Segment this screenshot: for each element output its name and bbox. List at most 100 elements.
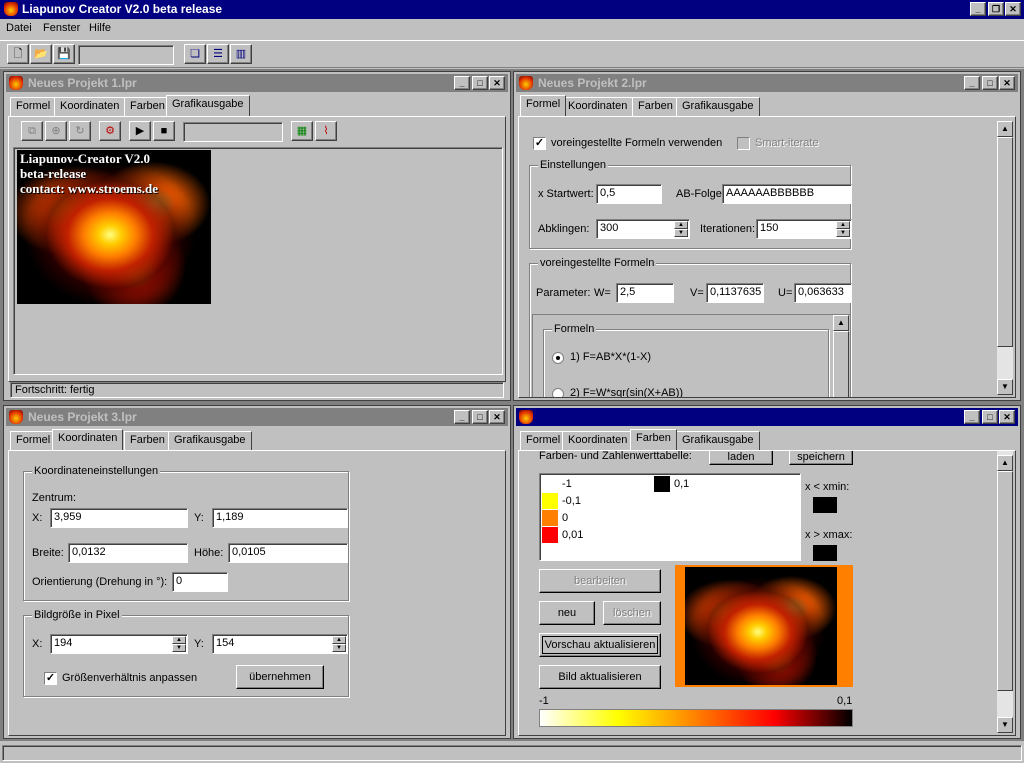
scroll-thumb[interactable] — [997, 137, 1013, 347]
iterations-spinner[interactable]: ▲ ▼ — [836, 221, 850, 237]
edit-button[interactable]: bearbeiten — [539, 569, 661, 593]
menu-datei[interactable]: Datei — [6, 22, 32, 34]
formula-1-radio[interactable] — [552, 352, 564, 364]
pixel-x-input[interactable]: 194 ▲ ▼ — [50, 634, 188, 654]
scroll-up-icon[interactable]: ▲ — [997, 455, 1013, 471]
tab-farben[interactable]: Farben — [630, 429, 677, 450]
refresh-icon[interactable]: ↻ — [69, 121, 91, 141]
xmax-color-swatch[interactable] — [813, 545, 837, 561]
save-table-button[interactable]: speichern — [789, 451, 853, 465]
w-input[interactable]: 2,5 — [616, 283, 674, 303]
tab-farben[interactable]: Farben — [632, 97, 679, 116]
pixel-y-spinner[interactable]: ▲ ▼ — [332, 636, 346, 652]
tab-formel[interactable]: Formel — [10, 97, 57, 116]
tab-farben[interactable]: Farben — [124, 431, 171, 450]
minimize-button[interactable]: _ — [454, 410, 470, 424]
zoom-icon[interactable]: ⊕ — [45, 121, 67, 141]
minimize-button[interactable]: _ — [454, 76, 470, 90]
scroll-down-icon[interactable]: ▼ — [997, 717, 1013, 733]
maximize-button[interactable]: □ — [982, 410, 998, 424]
tab-grafikausgabe[interactable]: Grafikausgabe — [676, 97, 760, 116]
color-entry[interactable]: 0,01 — [542, 527, 642, 543]
close-button[interactable]: ✕ — [489, 410, 505, 424]
width-input[interactable]: 0,0132 — [68, 543, 188, 563]
load-button[interactable]: laden — [709, 451, 773, 465]
color-entry[interactable]: -0,1 — [542, 493, 642, 509]
window-1-title-bar[interactable]: Neues Projekt 1.lpr _ □ ✕ — [6, 74, 508, 92]
center-y-input[interactable]: 1,189 — [212, 508, 348, 528]
tab-grafikausgabe[interactable]: Grafikausgabe — [166, 95, 250, 116]
palette-icon[interactable]: ▦ — [291, 121, 313, 141]
minimize-button[interactable]: _ — [964, 410, 980, 424]
tab-koordinaten[interactable]: Koordinaten — [562, 97, 634, 116]
tab-formel[interactable]: Formel — [520, 431, 567, 450]
tab-formel[interactable]: Formel — [520, 95, 567, 116]
crop-icon[interactable]: ⧉ — [21, 121, 43, 141]
app-title-bar[interactable]: Liapunov Creator V2.0 beta release _ ❐ ✕ — [0, 0, 1024, 19]
formulas-scrollbar[interactable]: ▲ — [833, 315, 849, 397]
center-x-input[interactable]: 3,959 — [50, 508, 188, 528]
new-file-icon[interactable]: 🗋 — [7, 44, 29, 64]
preset-formulas-checkbox[interactable]: ✓ — [533, 137, 546, 150]
minimize-button[interactable]: _ — [964, 76, 980, 90]
orientation-input[interactable]: 0 — [172, 572, 228, 592]
color-entry[interactable]: -1 — [542, 476, 642, 492]
formula-2-radio[interactable] — [552, 388, 564, 397]
play-icon[interactable]: ▶ — [129, 121, 151, 141]
restore-button[interactable]: ❐ — [988, 2, 1004, 16]
menu-fenster[interactable]: Fenster — [43, 22, 80, 34]
tab-koordinaten[interactable]: Koordinaten — [562, 431, 634, 450]
window-3-title-bar[interactable]: Neues Projekt 3.lpr _ □ ✕ — [6, 408, 508, 426]
height-input[interactable]: 0,0105 — [228, 543, 348, 563]
close-button[interactable]: ✕ — [999, 76, 1015, 90]
smart-iterate-checkbox[interactable] — [737, 137, 750, 150]
tab-farben[interactable]: Farben — [124, 97, 171, 116]
window-4-title-bar[interactable]: _ □ ✕ — [516, 408, 1018, 426]
tab-koordinaten[interactable]: Koordinaten — [52, 429, 124, 450]
scroll-thumb[interactable] — [997, 471, 1013, 691]
u-input[interactable]: 0,063633 — [794, 283, 852, 303]
x-start-input[interactable]: 0,5 — [596, 184, 662, 204]
tile-horizontal-icon[interactable]: ☰ — [207, 44, 229, 64]
tab-koordinaten[interactable]: Koordinaten — [54, 97, 126, 116]
maximize-button[interactable]: □ — [472, 76, 488, 90]
panel-scrollbar[interactable]: ▲ ▼ — [997, 121, 1013, 395]
v-input[interactable]: 0,1137635 — [706, 283, 764, 303]
ab-sequence-input[interactable]: AAAAAABBBBBB — [722, 184, 852, 204]
decay-spinner[interactable]: ▲ ▼ — [674, 221, 688, 237]
save-disk-icon[interactable]: 💾 — [53, 44, 75, 64]
menu-hilfe[interactable]: Hilfe — [89, 22, 111, 34]
scroll-down-icon[interactable]: ▼ — [997, 379, 1013, 395]
cascade-windows-icon[interactable]: ❏ — [184, 44, 206, 64]
new-button[interactable]: neu — [539, 601, 595, 625]
render-icon[interactable]: ⚙ — [99, 121, 121, 141]
color-entry[interactable]: 0 — [542, 510, 642, 526]
minimize-button[interactable]: _ — [970, 2, 986, 16]
preview-update-button[interactable]: Vorschau aktualisieren — [539, 633, 661, 657]
pixel-y-input[interactable]: 154 ▲ ▼ — [212, 634, 348, 654]
scroll-up-icon[interactable]: ▲ — [997, 121, 1013, 137]
iterations-input[interactable]: 150 ▲ ▼ — [756, 219, 852, 239]
image-update-button[interactable]: Bild aktualisieren — [539, 665, 661, 689]
scroll-up-icon[interactable]: ▲ — [833, 315, 849, 331]
tab-formel[interactable]: Formel — [10, 431, 57, 450]
close-button[interactable]: ✕ — [999, 410, 1015, 424]
tile-vertical-icon[interactable]: ▥ — [230, 44, 252, 64]
panel-scrollbar[interactable]: ▲ ▼ — [997, 451, 1013, 733]
close-button[interactable]: ✕ — [1005, 2, 1021, 16]
graph-icon[interactable]: ⌇ — [315, 121, 337, 141]
apply-button[interactable]: übernehmen — [236, 665, 324, 689]
stop-icon[interactable]: ■ — [153, 121, 175, 141]
open-folder-icon[interactable]: 📂 — [30, 44, 52, 64]
pixel-x-spinner[interactable]: ▲ ▼ — [172, 636, 186, 652]
tab-grafikausgabe[interactable]: Grafikausgabe — [168, 431, 252, 450]
delete-button[interactable]: löschen — [603, 601, 661, 625]
maximize-button[interactable]: □ — [472, 410, 488, 424]
color-table-list[interactable]: -1 -0,1 0 0,01 0,1 — [539, 473, 801, 561]
xmin-color-swatch[interactable] — [813, 497, 837, 513]
aspect-ratio-checkbox[interactable]: ✓ — [44, 672, 57, 685]
window-2-title-bar[interactable]: Neues Projekt 2.lpr _ □ ✕ — [516, 74, 1018, 92]
tab-grafikausgabe[interactable]: Grafikausgabe — [676, 431, 760, 450]
close-button[interactable]: ✕ — [489, 76, 505, 90]
maximize-button[interactable]: □ — [982, 76, 998, 90]
